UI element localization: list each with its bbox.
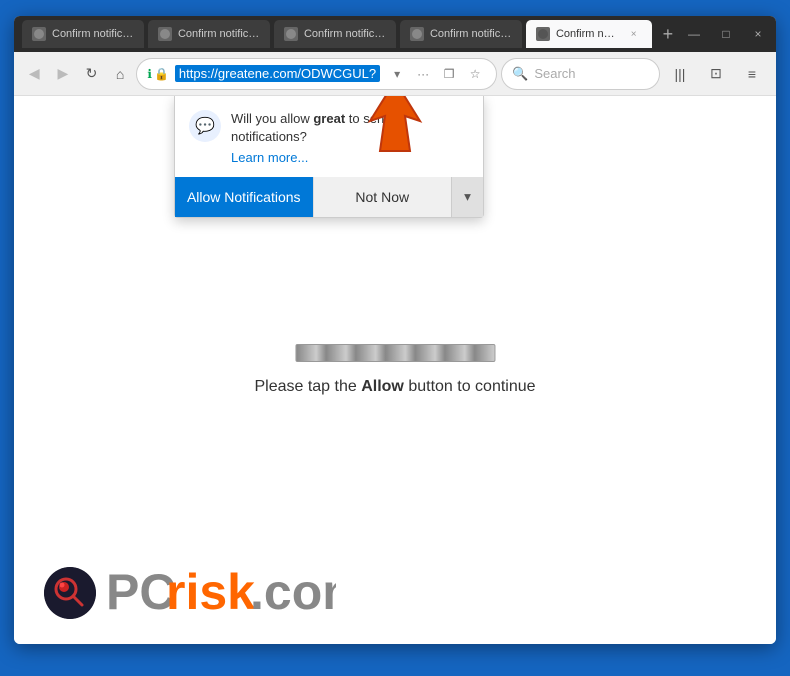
page-message-bold: Allow <box>361 378 404 395</box>
tab-1-label: Confirm notificatio... <box>52 28 134 40</box>
search-bar[interactable]: 🔍 Search <box>501 58 660 90</box>
home-button[interactable]: ⌂ <box>108 58 133 90</box>
svg-text:.com: .com <box>250 564 336 619</box>
pcrisk-icon <box>44 567 96 619</box>
tab-5-favicon <box>536 27 550 41</box>
tab-2[interactable]: Confirm notificatio... <box>148 20 270 48</box>
bookmark-icon[interactable]: ☆ <box>464 63 486 85</box>
maximize-button[interactable]: □ <box>716 27 736 41</box>
pocket-icon[interactable]: ❒ <box>438 63 460 85</box>
popup-content: 💬 Will you allow great to send notificat… <box>175 96 483 165</box>
menu-icon-button[interactable]: ≡ <box>736 58 768 90</box>
security-info-icon[interactable]: ℹ 🔒 <box>147 67 169 81</box>
not-now-button[interactable]: Not Now <box>313 177 452 217</box>
tab-3[interactable]: Confirm notificatio... <box>274 20 396 48</box>
pcrisk-text: PC risk .com <box>106 561 336 624</box>
popup-message-prefix: Will you allow <box>231 111 313 126</box>
reload-button[interactable]: ↻ <box>79 58 104 90</box>
nav-bar: ◀ ▶ ↻ ⌂ ℹ 🔒 https://greatene.com/ODWCGUL… <box>14 52 776 96</box>
url-display[interactable]: https://greatene.com/ODWCGUL? <box>175 65 380 82</box>
notification-chat-icon: 💬 <box>189 110 221 142</box>
back-button[interactable]: ◀ <box>22 58 47 90</box>
toolbar-icons: ||| ⊡ ≡ <box>664 58 768 90</box>
notification-popup: 💬 Will you allow great to send notificat… <box>174 96 484 218</box>
info-icon: ℹ <box>147 67 152 81</box>
not-now-dropdown-button[interactable]: ▾ <box>451 177 483 217</box>
popup-site-name: great <box>313 111 345 126</box>
tab-2-favicon <box>158 27 172 41</box>
tab-3-favicon <box>284 27 298 41</box>
address-bar-icons: ▾ ··· ❒ ☆ <box>386 63 486 85</box>
tab-3-label: Confirm notificatio... <box>304 28 386 40</box>
forward-button[interactable]: ▶ <box>51 58 76 90</box>
tab-5-label: Confirm notific... <box>556 28 620 40</box>
svg-text:risk: risk <box>166 564 255 619</box>
page-message: Please tap the Allow button to continue <box>254 378 535 396</box>
content-area: 💬 Will you allow great to send notificat… <box>14 96 776 644</box>
chevron-down-icon: ▾ <box>464 189 471 205</box>
address-bar[interactable]: ℹ 🔒 https://greatene.com/ODWCGUL? ▾ ··· … <box>136 58 497 90</box>
search-icon: 🔍 <box>512 66 528 82</box>
tab-1-favicon <box>32 27 46 41</box>
progress-bar <box>295 344 495 362</box>
orange-arrow <box>355 96 435 161</box>
allow-notifications-button[interactable]: Allow Notifications <box>175 177 313 217</box>
tab-2-label: Confirm notificatio... <box>178 28 260 40</box>
more-options-icon[interactable]: ··· <box>412 63 434 85</box>
tab-1[interactable]: Confirm notificatio... <box>22 20 144 48</box>
sidebar-icon-button[interactable]: ⊡ <box>700 58 732 90</box>
popup-buttons: Allow Notifications Not Now ▾ <box>175 177 483 217</box>
tab-4-favicon <box>410 27 424 41</box>
tab-4-label: Confirm notificatio... <box>430 28 512 40</box>
close-window-button[interactable]: × <box>748 27 768 41</box>
tab-5-active[interactable]: Confirm notific... × <box>526 20 652 48</box>
minimize-button[interactable]: — <box>684 27 704 41</box>
page-message-suffix: button to continue <box>404 378 536 395</box>
tab-4[interactable]: Confirm notificatio... <box>400 20 522 48</box>
library-icon-button[interactable]: ||| <box>664 58 696 90</box>
dropdown-arrow-icon[interactable]: ▾ <box>386 63 408 85</box>
page-progress-area: Please tap the Allow button to continue <box>254 344 535 396</box>
pcrisk-logo: PC risk .com <box>44 561 336 624</box>
page-message-prefix: Please tap the <box>254 378 361 395</box>
search-placeholder: Search <box>534 66 575 81</box>
title-bar: Confirm notificatio... Confirm notificat… <box>14 16 776 52</box>
tab-5-close-button[interactable]: × <box>626 26 642 42</box>
new-tab-button[interactable]: + <box>656 20 680 48</box>
lock-icon: 🔒 <box>154 67 169 81</box>
browser-window: Confirm notificatio... Confirm notificat… <box>14 16 776 644</box>
window-controls: — □ × <box>684 27 768 41</box>
